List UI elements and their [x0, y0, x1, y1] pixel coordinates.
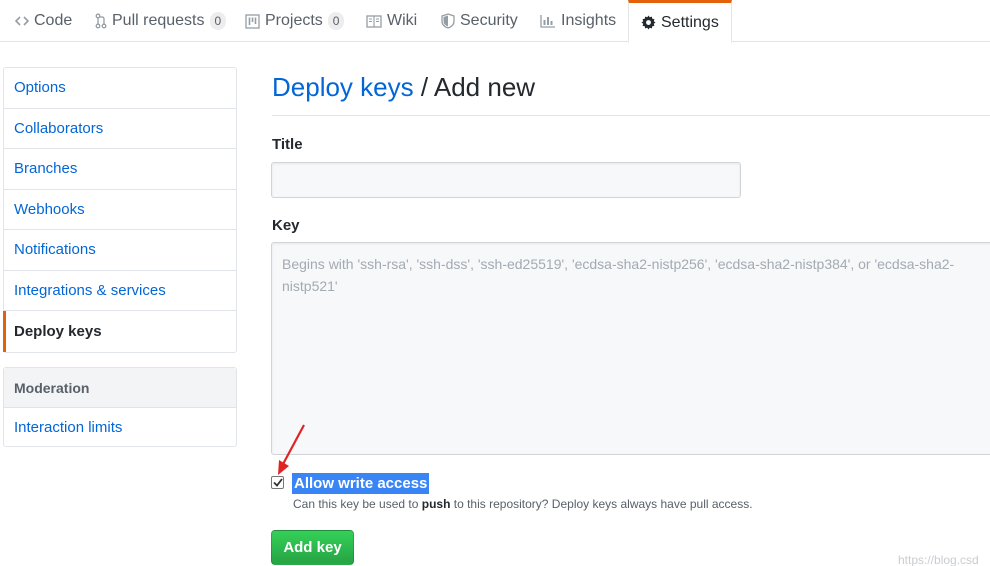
- tab-settings[interactable]: Settings: [628, 0, 732, 43]
- graph-icon: [540, 14, 556, 28]
- shield-icon: [441, 13, 455, 29]
- tab-projects-label: Projects: [265, 12, 323, 29]
- page-title: Deploy keys / Add new: [272, 72, 535, 103]
- git-pull-request-icon: [95, 13, 107, 29]
- allow-write-access-label[interactable]: Allow write access: [292, 473, 430, 494]
- project-icon: [245, 13, 260, 29]
- key-placeholder: Begins with 'ssh-rsa', 'ssh-dss', 'ssh-e…: [282, 256, 955, 294]
- sidebar-item-webhooks[interactable]: Webhooks: [4, 190, 236, 230]
- sidebar-item-collaborators[interactable]: Collaborators: [4, 109, 236, 149]
- sidebar-item-notifications[interactable]: Notifications: [4, 230, 236, 271]
- note-text-after: to this repository? Deploy keys always h…: [450, 497, 753, 511]
- tab-pull-requests-label: Pull requests: [112, 12, 205, 29]
- settings-menu: Options Collaborators Branches Webhooks …: [3, 67, 237, 353]
- pull-requests-counter: 0: [209, 12, 227, 30]
- tab-security-label: Security: [460, 12, 518, 29]
- projects-counter: 0: [327, 12, 345, 30]
- title-separator: /: [413, 72, 434, 102]
- key-field-label: Key: [272, 217, 300, 234]
- checkmark-icon: [272, 478, 283, 487]
- note-text-before: Can this key be used to: [293, 497, 422, 511]
- tab-settings-label: Settings: [661, 13, 719, 31]
- book-icon: [366, 14, 382, 28]
- watermark: https://blog.csd: [898, 553, 979, 566]
- tab-insights[interactable]: Insights: [540, 0, 616, 42]
- gear-icon: [641, 15, 656, 30]
- sidebar-item-deploy-keys[interactable]: Deploy keys: [3, 311, 236, 352]
- tab-projects[interactable]: Projects 0: [245, 0, 345, 42]
- sidebar-item-branches[interactable]: Branches: [4, 149, 236, 190]
- code-icon: [15, 14, 29, 28]
- sidebar-item-options[interactable]: Options: [4, 68, 236, 109]
- key-textarea[interactable]: Begins with 'ssh-rsa', 'ssh-dss', 'ssh-e…: [271, 242, 990, 455]
- moderation-menu: Moderation Interaction limits: [3, 367, 237, 447]
- deploy-keys-breadcrumb-link[interactable]: Deploy keys: [272, 72, 414, 102]
- title-input[interactable]: [271, 162, 741, 198]
- title-field-label: Title: [272, 136, 303, 153]
- red-arrow-annotation-icon: [278, 424, 305, 475]
- add-key-button[interactable]: Add key: [271, 530, 354, 565]
- allow-write-access-checkbox[interactable]: [271, 476, 284, 489]
- title-current: Add new: [433, 72, 536, 102]
- tab-wiki[interactable]: Wiki: [366, 0, 417, 42]
- sidebar-item-integrations[interactable]: Integrations & services: [4, 271, 236, 311]
- tab-code-label: Code: [34, 12, 73, 29]
- moderation-heading: Moderation: [4, 368, 236, 408]
- tab-wiki-label: Wiki: [387, 12, 418, 29]
- write-access-note: Can this key be used to push to this rep…: [293, 497, 753, 511]
- repo-nav: Code Pull requests 0 Projects 0 Wiki Sec…: [0, 0, 990, 43]
- tab-insights-label: Insights: [561, 12, 617, 29]
- sidebar-item-interaction-limits[interactable]: Interaction limits: [4, 408, 236, 446]
- tab-pull-requests[interactable]: Pull requests 0: [95, 0, 227, 42]
- title-divider: [272, 115, 990, 116]
- tab-security[interactable]: Security: [441, 0, 518, 42]
- tab-code[interactable]: Code: [15, 0, 72, 42]
- note-text-bold: push: [421, 497, 451, 511]
